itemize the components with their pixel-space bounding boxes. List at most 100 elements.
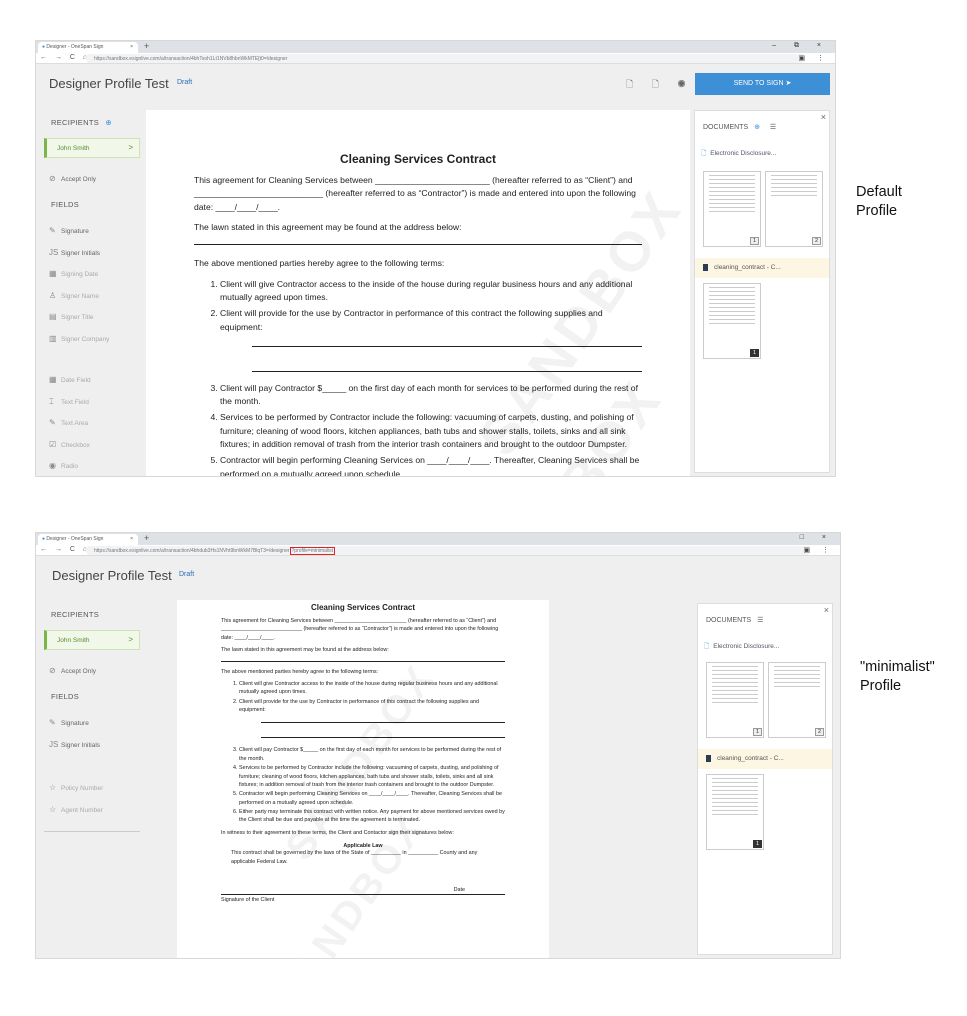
new-tab-icon[interactable]: +: [144, 533, 149, 543]
add-document-icon[interactable]: ⊕: [754, 124, 760, 131]
documents-panel: × DOCUMENTS ☰ 🗋 Electronic Disclosure... …: [697, 603, 833, 955]
nav-buttons[interactable]: ← → C ⌂: [40, 54, 90, 61]
tab-title: Designer - OneSpan Sign: [46, 536, 104, 542]
field-signature[interactable]: ✎ Signature: [49, 718, 89, 727]
doc-term: Contractor will begin performing Cleanin…: [239, 790, 505, 807]
field-checkbox[interactable]: ☑ Checkbox: [49, 440, 90, 449]
field-icon: JS: [49, 739, 59, 749]
toolbar-icons[interactable]: 🗋 🗋 ◉: [626, 77, 694, 93]
tab-favicon-icon: ●: [42, 44, 46, 50]
status-badge: Draft: [179, 571, 195, 578]
new-tab-icon[interactable]: +: [144, 41, 149, 51]
date-label: Date: [453, 886, 465, 893]
app-header: Designer Profile Test Draft: [36, 556, 840, 594]
url-bar: ← → C ⌂ https://sandbox.esignlive.com/a/…: [36, 53, 835, 64]
url-text: https://sandbox.esignlive.com/a/transact…: [94, 56, 288, 62]
browser-tab-bar: ● Designer - OneSpan Sign × + □ ×: [36, 533, 840, 545]
electronic-disclosure-item[interactable]: 🗋 Electronic Disclosure...: [704, 642, 779, 653]
field-signer-initials[interactable]: JS Signer Initials: [49, 740, 100, 749]
field-date-field[interactable]: ▦ Date Field: [49, 375, 91, 384]
document-canvas[interactable]: SANDBOX SANDBOX Cleaning Services Contra…: [177, 600, 549, 958]
field-label: Signer Initials: [61, 741, 101, 749]
doc-term: Either party may terminate this contract…: [239, 808, 505, 825]
field-agent-number[interactable]: ☆ Agent Number: [49, 805, 103, 814]
list-icon[interactable]: ☰: [770, 124, 776, 131]
field-text-field[interactable]: ⌶ Text Field: [49, 397, 89, 407]
field-signing-date[interactable]: ▦ Signing Date: [49, 269, 98, 278]
field-icon: ▥: [49, 333, 57, 343]
disclosure-page-thumb[interactable]: 1: [706, 662, 764, 738]
browser-menu-icons[interactable]: ▣ ⋮: [798, 54, 829, 62]
status-badge: Draft: [177, 79, 193, 86]
browser-menu-icons[interactable]: ▣ ⋮: [803, 546, 834, 554]
tab-close-icon[interactable]: ×: [130, 536, 133, 542]
file-icon: [706, 755, 711, 762]
document-canvas[interactable]: SANDBOX SANDBOX Cleaning Services Contra…: [146, 110, 690, 476]
field-signature[interactable]: ✎ Signature: [49, 226, 89, 235]
page-number: 1: [752, 840, 762, 848]
field-icon: ☑: [49, 439, 57, 449]
accept-only-item[interactable]: ⊘ Accept Only: [49, 174, 96, 183]
documents-heading: DOCUMENTS ⊕ ☰: [703, 124, 777, 131]
browser-tab[interactable]: ● Designer - OneSpan Sign ×: [38, 42, 138, 53]
disclosure-page-thumb[interactable]: 2: [765, 171, 823, 247]
sidebar: RECIPIENTS John Smith > ⊘ Accept Only FIE…: [36, 596, 176, 958]
add-recipient-icon[interactable]: ⊕: [105, 118, 112, 127]
disclosure-page-thumb[interactable]: 1: [703, 171, 761, 247]
default-profile-screenshot: ● Designer - OneSpan Sign × + – ⧉ × ← → …: [35, 40, 836, 477]
field-radio[interactable]: ◉ Radio: [49, 461, 78, 470]
close-icon[interactable]: ×: [824, 605, 829, 615]
doc-term: Client will give Contractor access to th…: [239, 680, 505, 697]
close-icon[interactable]: ×: [821, 112, 826, 122]
profile-query-highlight: ?profile=minimalist: [289, 547, 336, 555]
contract-page-thumb[interactable]: 1: [703, 283, 761, 359]
browser-tab[interactable]: ● Designer - OneSpan Sign ×: [38, 534, 138, 545]
page-number: 1: [752, 728, 762, 736]
tab-title: Designer - OneSpan Sign: [46, 44, 104, 50]
doc-term: Client will pay Contractor $_____ on the…: [220, 382, 642, 409]
document-icon: 🗋: [704, 643, 710, 650]
field-signer-company[interactable]: ▥ Signer Company: [49, 334, 109, 343]
minimalist-profile-screenshot: ● Designer - OneSpan Sign × + □ × ← → C …: [35, 532, 841, 959]
field-label: Checkbox: [61, 441, 90, 449]
contract-document-item[interactable]: cleaning_contract - C...: [698, 749, 832, 769]
recipient-john-smith[interactable]: John Smith >: [44, 630, 140, 650]
contract-page-thumb[interactable]: 1: [706, 774, 764, 850]
document-title: Cleaning Services Contract: [339, 152, 497, 166]
doc-paragraph: This agreement for Cleaning Services bet…: [194, 175, 636, 212]
doc-paragraph: In witness to their agreement to these t…: [221, 829, 454, 836]
field-signer-name[interactable]: ♙ Signer Name: [49, 291, 99, 300]
disclosure-page-thumb[interactable]: 2: [768, 662, 826, 738]
app-header: Designer Profile Test Draft 🗋 🗋 ◉ SEND T…: [36, 64, 835, 102]
field-icon: ✎: [49, 226, 56, 235]
field-icon: ☆: [49, 783, 57, 792]
field-icon: ▤: [49, 312, 57, 321]
field-policy-number[interactable]: ☆ Policy Number: [49, 783, 103, 792]
tab-close-icon[interactable]: ×: [130, 44, 133, 50]
recipients-heading: RECIPIENTS ⊕: [51, 118, 112, 127]
send-to-sign-button[interactable]: SEND TO SIGN ➤: [695, 73, 830, 95]
field-icon: ☆: [49, 804, 57, 814]
list-icon[interactable]: ☰: [757, 617, 763, 624]
window-controls[interactable]: □ ×: [800, 534, 834, 541]
contract-document-item[interactable]: cleaning_contract - C...: [695, 258, 829, 278]
doc-paragraph: This agreement for Cleaning Services bet…: [221, 618, 499, 641]
field-signer-initials[interactable]: JS Signer Initials: [49, 248, 100, 257]
accept-only-item[interactable]: ⊘ Accept Only: [49, 666, 96, 675]
field-icon: ✎: [49, 718, 56, 727]
tab-favicon-icon: ●: [42, 536, 46, 542]
documents-heading: DOCUMENTS ☰: [706, 617, 764, 624]
minimalist-profile-label: "minimalist" Profile: [860, 659, 935, 694]
field-text-area[interactable]: ✎ Text Area: [49, 418, 88, 427]
field-icon: ⌶: [49, 396, 54, 406]
field-signer-title[interactable]: ▤ Signer Title: [49, 312, 94, 321]
page-title: Designer Profile Test: [52, 568, 172, 583]
field-label: Signer Initials: [61, 249, 101, 257]
window-controls[interactable]: – ⧉ ×: [772, 42, 829, 50]
electronic-disclosure-item[interactable]: 🗋 Electronic Disclosure...: [701, 149, 776, 160]
nav-buttons[interactable]: ← → C ⌂: [40, 546, 90, 553]
check-circle-icon: ⊘: [49, 666, 56, 675]
recipient-name: John Smith: [57, 637, 90, 644]
page-number: 1: [749, 237, 759, 245]
recipient-john-smith[interactable]: John Smith >: [44, 138, 140, 158]
